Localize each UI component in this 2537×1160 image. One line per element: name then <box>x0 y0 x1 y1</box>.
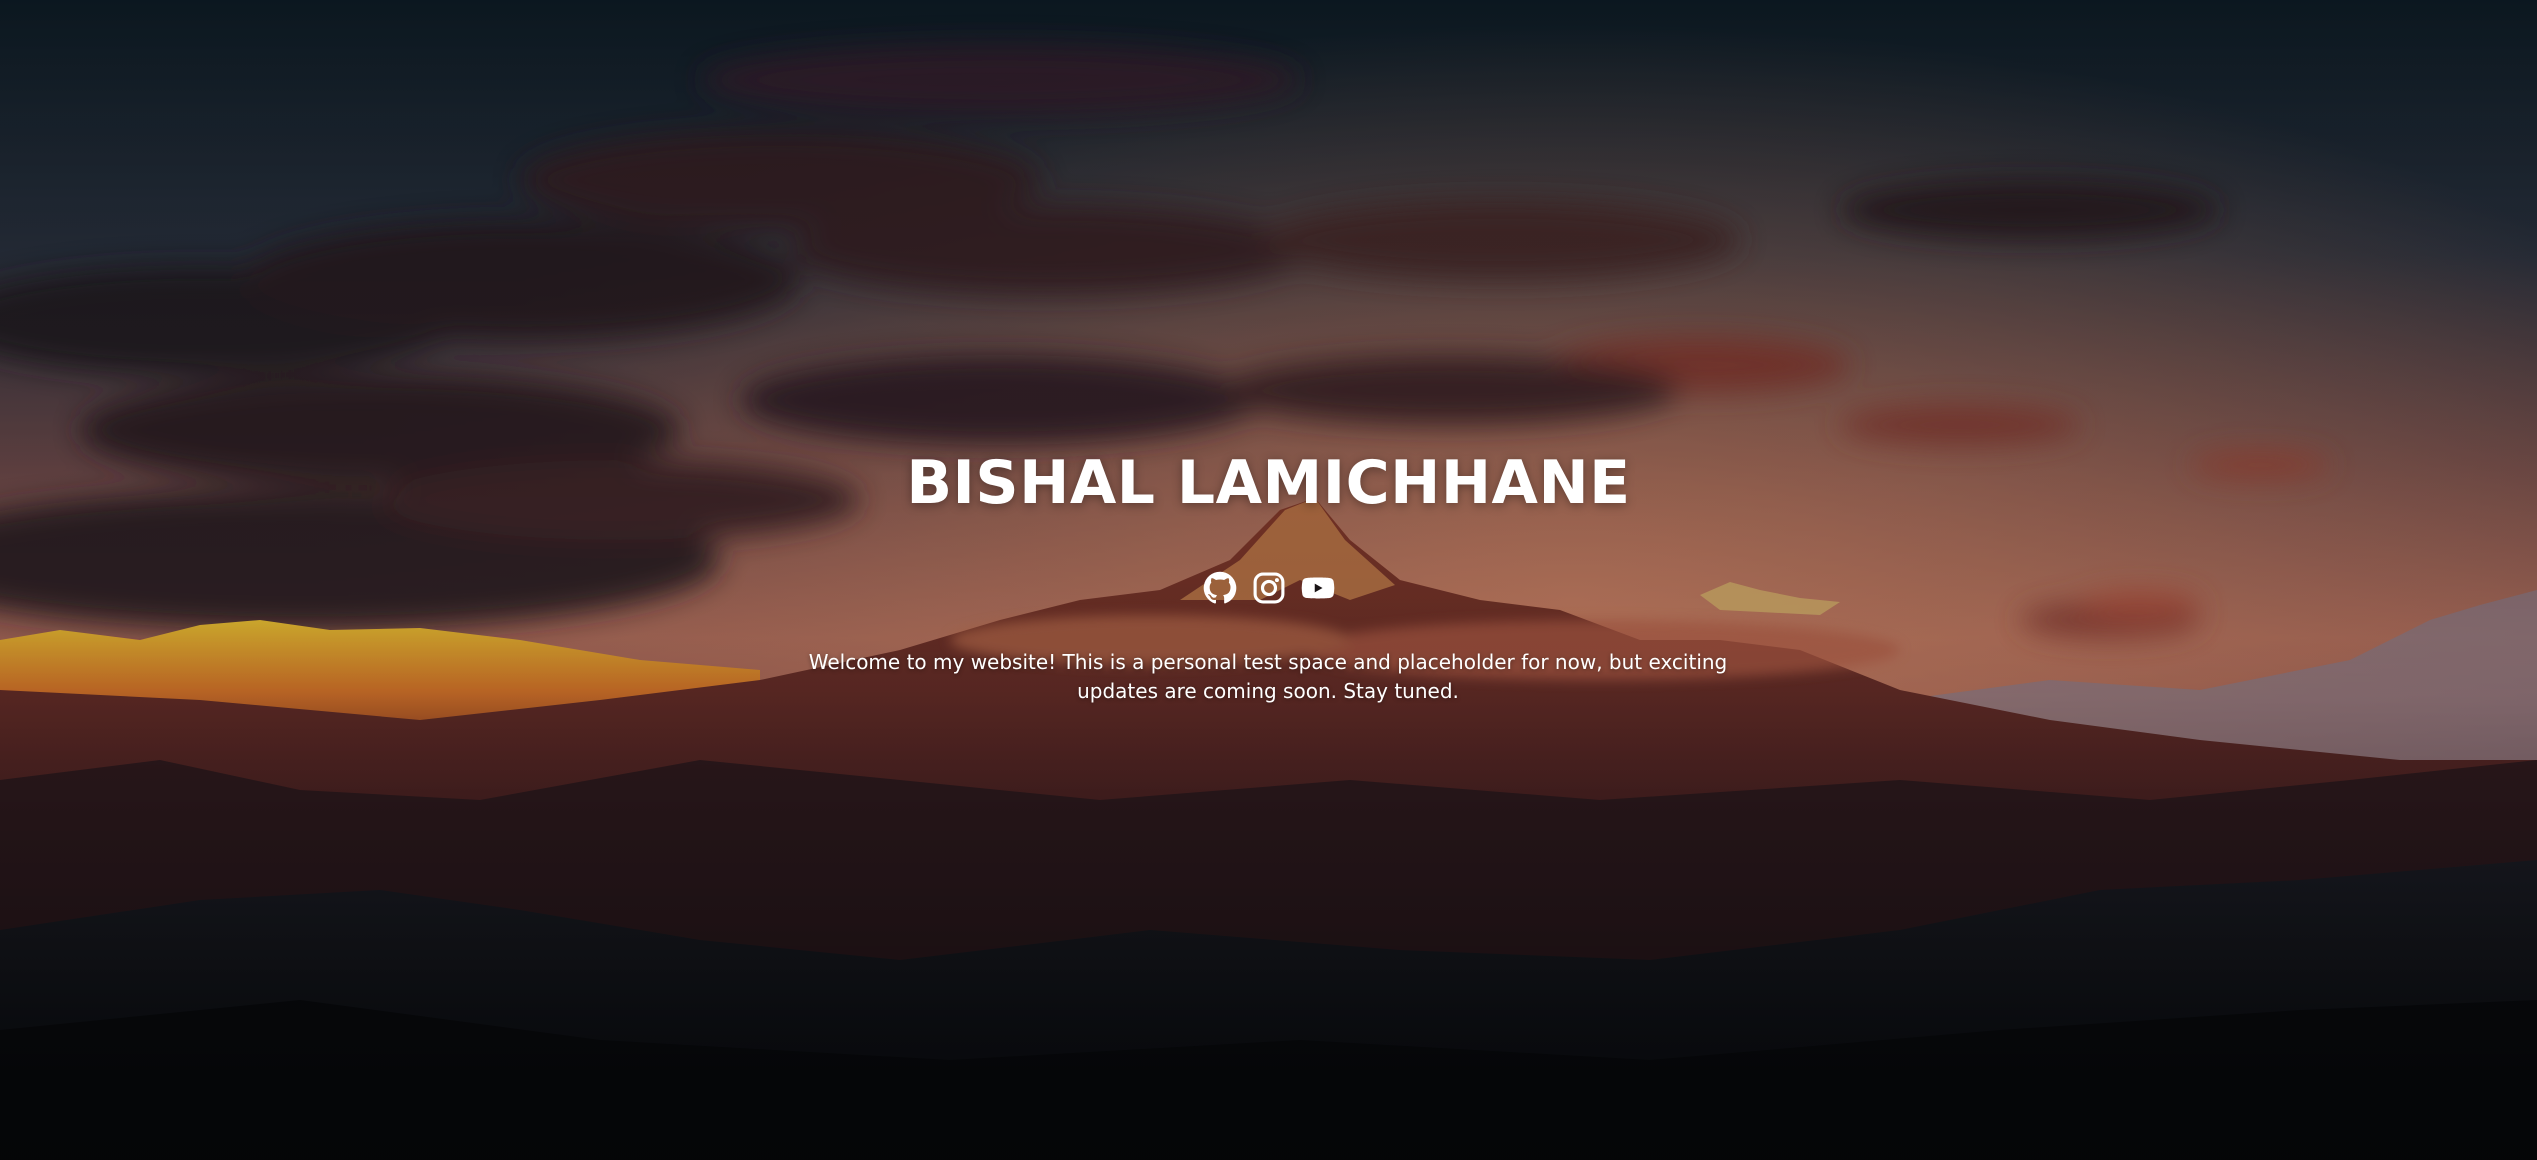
instagram-link[interactable] <box>1252 571 1286 605</box>
site-title: BISHAL LAMICHHANE <box>906 448 1631 518</box>
youtube-link[interactable] <box>1301 571 1335 605</box>
youtube-icon <box>1301 577 1335 599</box>
hero-section: BISHAL LAMICHHANE Welcome to my website!… <box>0 0 2537 1160</box>
instagram-icon <box>1253 572 1285 604</box>
github-link[interactable] <box>1203 571 1237 605</box>
welcome-message: Welcome to my website! This is a persona… <box>808 650 1728 703</box>
social-links <box>1203 570 1335 606</box>
hero-content: BISHAL LAMICHHANE Welcome to my website!… <box>0 0 2537 1160</box>
github-icon <box>1203 571 1237 604</box>
